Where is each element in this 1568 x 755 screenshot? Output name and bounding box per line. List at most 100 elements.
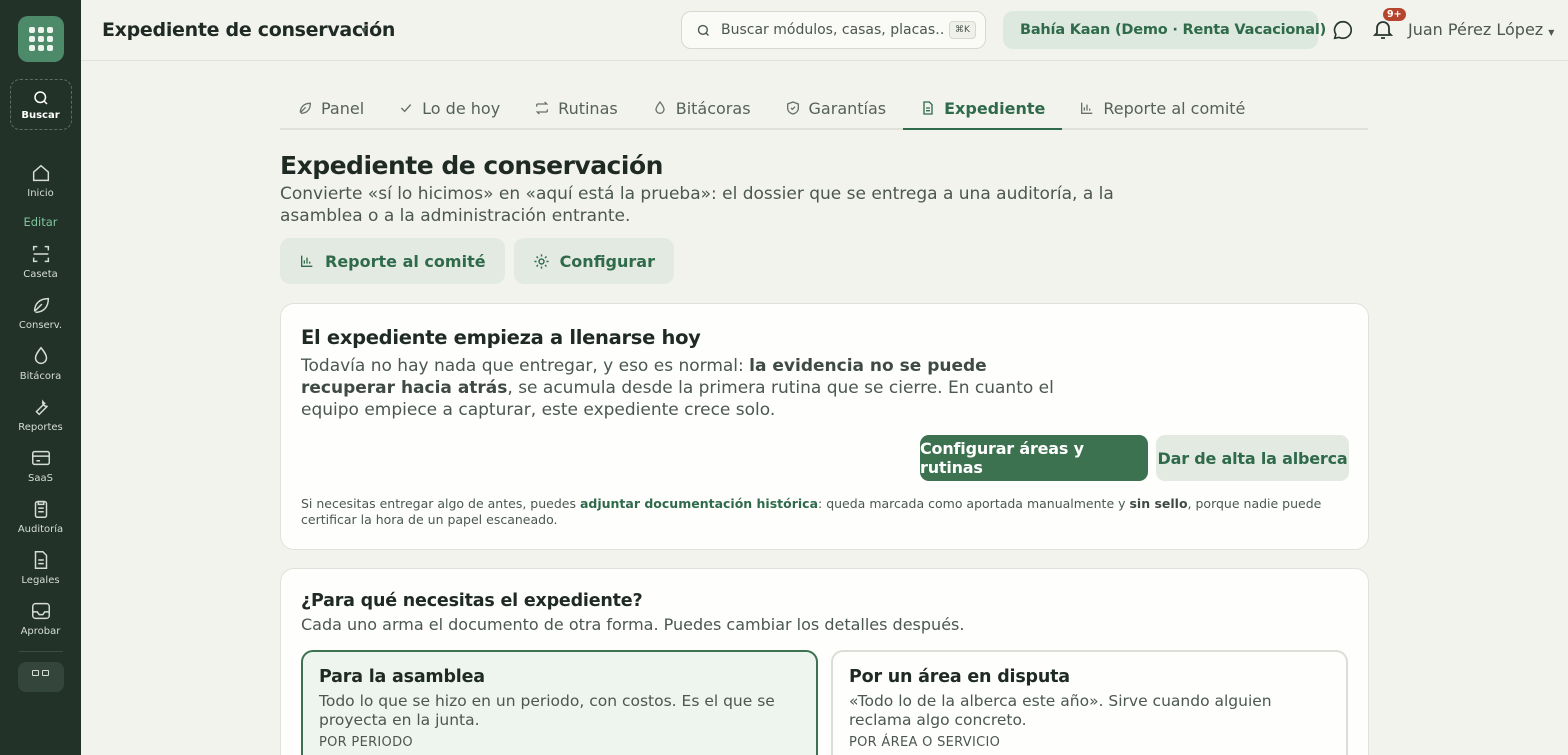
configure-areas-button[interactable]: Configurar áreas y rutinas [920,435,1148,481]
tab-label: Expediente [944,98,1046,118]
sidebar-item-bitacora[interactable]: Bitácora [0,345,81,382]
sidebar-item-label: Legales [21,575,60,586]
search-input[interactable]: Buscar módulos, casas, placas… ⌘K [681,11,986,49]
sidebar-item-caseta[interactable]: Caseta [0,243,81,280]
tab-label: Garantías [808,98,887,118]
tab-rutinas[interactable]: Rutinas [517,88,635,128]
sidebar-search-button[interactable]: Buscar [9,79,72,130]
topbar: Expediente de conservación ▼ Buscar módu… [81,0,1568,61]
clipboard-icon [34,500,47,518]
empty-state-text-part: Todavía no hay nada que entregar, y eso … [301,356,750,376]
bar-chart-icon [301,255,313,267]
bar-chart-icon [1081,102,1093,114]
page-subtitle: Convierte «sí lo hicimos» en «aquí está … [280,184,1114,226]
option-kind: POR PERIODO [319,735,413,750]
attach-historical-docs-link[interactable]: adjuntar documentación histórica [580,496,818,511]
purpose-option-asamblea[interactable]: Para la asamblea Todo lo que se hizo en … [301,650,818,755]
chevron-down-icon[interactable]: ▼ [361,26,367,35]
register-pool-button[interactable]: Dar de alta la alberca [1156,435,1349,481]
wrench-icon [34,399,48,416]
apps-grid-icon[interactable] [17,16,64,62]
organization-name: Bahía Kaan (Demo · Renta Vacacional) [1020,22,1327,38]
option-title: Por un área en disputa [849,667,1070,687]
empty-state-card: El expediente empieza a llenarse hoy Tod… [280,303,1369,550]
sidebar-item-label: Conserv. [18,320,63,331]
empty-state-title: El expediente empieza a llenarse hoy [301,326,701,349]
tab-bitacoras[interactable]: Bitácoras [635,88,768,128]
chat-icon[interactable] [1332,19,1354,41]
check-icon [400,104,412,113]
option-description: «Todo lo de la alberca este año». Sirve … [849,692,1272,729]
tab-label: Bitácoras [675,98,751,118]
search-icon [33,90,48,105]
page-switcher-title[interactable]: Expediente de conservación [102,19,395,41]
sidebar-section-editar: Editar [23,215,58,229]
sidebar-item-label: Auditoría [17,524,64,535]
purpose-title: ¿Para qué necesitas el expediente? [301,591,643,611]
sidebar-item-auditoria[interactable]: Auditoría [0,498,81,535]
sidebar-item-saas[interactable]: SaaS [0,447,81,484]
card-icon [31,450,50,466]
scan-icon [32,245,49,263]
option-description: Todo lo que se hizo en un periodo, con c… [319,692,775,729]
sidebar-divider [18,651,63,652]
purpose-subtitle: Cada uno arma el documento de otra forma… [301,615,965,634]
notification-badge: 9+ [1383,8,1406,21]
tab-expediente[interactable]: Expediente [903,88,1063,130]
note-text: : queda marcada como aportada manualment… [818,496,1130,511]
sidebar-item-aprobar[interactable]: Aprobar [0,600,81,637]
sidebar-collapse-button[interactable] [17,662,64,692]
sidebar-item-conserv[interactable]: Conserv. [0,294,81,331]
page-actions: Reporte al comité Configurar [280,238,674,284]
option-title: Para la asamblea [319,667,485,687]
sidebar-item-inicio[interactable]: Inicio [0,162,81,199]
section-tabs: Panel Lo de hoy Rutinas Bitácoras Garant… [280,88,1368,130]
note-emphasis: sin sello [1129,496,1188,511]
page-title: Expediente de conservación [280,151,663,180]
tab-label: Rutinas [558,98,618,118]
note-text: Si necesitas entregar algo de antes, pue… [301,496,580,511]
historical-docs-note: Si necesitas entregar algo de antes, pue… [301,496,1351,528]
tab-label: Lo de hoy [422,98,501,118]
shield-icon [786,101,799,115]
tab-label: Panel [321,98,365,118]
search-placeholder: Buscar módulos, casas, placas… [721,22,943,38]
tab-lo-de-hoy[interactable]: Lo de hoy [381,88,517,128]
leaf-icon [33,297,49,314]
repeat-icon [535,101,549,115]
tab-panel[interactable]: Panel [280,88,381,128]
tab-label: Reporte al comité [1103,98,1246,118]
document-icon [34,551,47,569]
gear-icon [533,253,549,269]
purpose-option-area[interactable]: Por un área en disputa «Todo lo de la al… [831,650,1348,755]
sidebar-item-label: Aprobar [20,626,61,637]
leaf-icon [299,102,312,114]
empty-state-text: Todavía no hay nada que entregar, y eso … [301,355,1081,421]
drop-icon [655,100,665,114]
sidebar-item-legales[interactable]: Legales [0,549,81,586]
sidebar: Buscar Inicio Editar Caseta Conserv. Bit… [0,0,81,755]
configure-button[interactable]: Configurar [513,238,674,284]
user-menu[interactable]: Juan Pérez López ▼ [1408,20,1554,39]
inbox-icon [31,602,50,620]
sidebar-item-label: Reportes [18,422,63,433]
sidebar-item-label: Inicio [27,188,54,199]
document-icon [923,101,933,115]
tab-garantias[interactable]: Garantías [768,88,904,128]
button-label: Configurar [559,251,655,271]
button-label: Reporte al comité [325,251,486,271]
user-name: Juan Pérez López [1408,20,1544,39]
report-committee-button[interactable]: Reporte al comité [280,238,505,284]
search-icon [697,24,709,36]
search-shortcut-badge: ⌘K [949,21,976,39]
sidebar-item-label: Bitácora [19,371,62,382]
drop-icon [34,346,47,364]
sidebar-item-label: Caseta [23,269,58,280]
tab-reporte-al-comite[interactable]: Reporte al comité [1062,88,1262,128]
sidebar-item-reportes[interactable]: Reportes [0,396,81,433]
home-icon [32,164,49,182]
organization-switcher[interactable]: Bahía Kaan (Demo · Renta Vacacional) [1003,11,1326,49]
sidebar-item-label: SaaS [28,473,53,484]
purpose-card: ¿Para qué necesitas el expediente? Cada … [280,568,1369,755]
sidebar-search-label: Buscar [21,109,60,121]
